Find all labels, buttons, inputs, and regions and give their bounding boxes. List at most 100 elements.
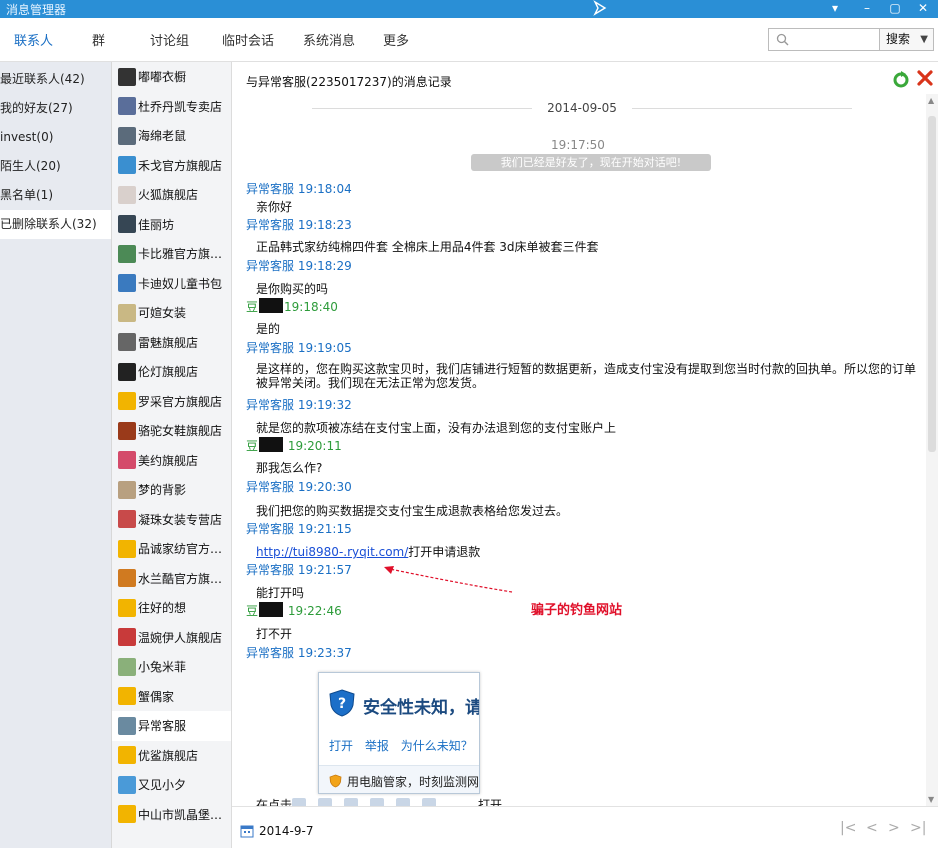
contact-name: 品诚家纺官方… [138,542,223,557]
avatar [118,156,136,175]
message-text: 正品韩式家纺纯棉四件套 全棉床上用品4件套 3d床单被套三件套 [256,240,599,254]
tab-system-messages[interactable]: 系统消息 [303,30,355,49]
phishing-link[interactable]: http://tui8980-.ryqit.com/ [256,545,408,559]
avatar [118,716,136,735]
contact-name: 雷魅旗舰店 [138,335,199,350]
contact-item[interactable]: 凝珠女装专营店 [112,505,231,535]
nav-deleted-contacts[interactable]: 已删除联系人(32) [0,210,111,239]
hover-toolbar [292,798,472,806]
nav-invest[interactable]: invest(0) [0,123,111,152]
refresh-icon[interactable] [892,70,910,88]
message-header: 异常客服 19:23:37 [246,646,352,660]
message-text-partial: 打开 [478,798,503,806]
search-button[interactable]: 搜索 ▼ [880,28,934,51]
avatar [118,687,136,706]
contact-item[interactable]: 雷魅旗舰店 [112,328,231,358]
contact-item[interactable]: 美约旗舰店 [112,446,231,476]
shield-icon: ? [329,689,355,717]
search-input[interactable] [795,31,877,48]
message-scrollbar[interactable]: ▲ ▼ [926,94,938,806]
avatar [118,628,136,647]
contact-item[interactable]: 罗采官方旗舰店 [112,387,231,417]
avatar [118,215,136,234]
avatar [118,274,136,293]
annotation-arrow [384,566,513,593]
toolbar-icon [370,798,384,806]
calendar-icon[interactable] [240,824,254,838]
message-text: 那我怎么作? [256,461,323,475]
prev-page-button[interactable]: < [866,820,878,836]
tab-more[interactable]: 更多 [383,30,409,49]
message-text: 就是您的款项被冻结在支付宝上面，没有办法退到您的支付宝账户上 [256,421,617,435]
message-header: 豆 19:18:40 [246,298,338,314]
contact-item[interactable]: 骆驼女鞋旗舰店 [112,416,231,446]
contact-item[interactable]: 嘟嘟衣橱 [112,62,231,92]
contact-name: 禾戈官方旗舰店 [138,158,223,173]
scroll-thumb[interactable] [928,116,936,452]
contact-item[interactable]: 杜乔丹凯专卖店 [112,92,231,122]
avatar [118,510,136,529]
next-page-button[interactable]: > [888,820,900,836]
nav-blacklist[interactable]: 黑名单(1) [0,181,111,210]
nav-my-friends[interactable]: 我的好友(27) [0,94,111,123]
nav-recent-contacts[interactable]: 最近联系人(42) [0,65,111,94]
contact-item[interactable]: 梦的背影 [112,475,231,505]
popup-open-link[interactable]: 打开 [329,739,353,753]
contact-item[interactable]: 水兰酷官方旗… [112,564,231,594]
contact-name: 海绵老鼠 [138,129,187,144]
contact-item[interactable]: 往好的想 [112,593,231,623]
contact-list: 嘟嘟衣橱 杜乔丹凯专卖店海绵老鼠禾戈官方旗舰店火狐旗舰店 佳丽坊卡比雅官方旗… 卡迪奴… [112,62,232,848]
contact-item[interactable]: 温婉伊人旗舰店 [112,623,231,653]
contact-item[interactable]: 小兔米菲 [112,652,231,682]
contact-name: 骆驼女鞋旗舰店 [138,424,223,439]
tab-temp-chats[interactable]: 临时会话 [222,30,274,49]
popup-why-link[interactable]: 为什么未知？ [401,739,473,753]
contact-item[interactable]: 佳丽坊 [112,210,231,240]
message-header: 异常客服 19:19:05 [246,341,352,355]
footer-date: 2014-9-7 [259,824,314,838]
toolbar-icon [318,798,332,806]
message-header: 异常客服 19:20:30 [246,480,352,494]
chevron-down-icon: ▼ [920,34,928,45]
avatar [118,126,136,145]
delete-icon[interactable] [916,69,934,87]
maximize-button[interactable]: ▢ [886,0,904,18]
close-window-button[interactable]: ✕ [914,0,932,18]
avatar [118,421,136,440]
tab-discussions[interactable]: 讨论组 [150,30,189,49]
contact-item[interactable]: 伦灯旗舰店 [112,357,231,387]
last-page-button[interactable]: >| [910,820,926,836]
contact-item[interactable]: 又见小夕 [112,770,231,800]
tab-groups[interactable]: 群 [92,30,105,49]
scroll-down-icon[interactable]: ▼ [928,795,934,804]
contact-item[interactable]: 异常客服 [112,711,231,741]
contact-name: 卡比雅官方旗… [138,247,223,262]
scroll-up-icon[interactable]: ▲ [928,96,934,105]
tab-contacts[interactable]: 联系人 [14,30,53,49]
avatar [118,569,136,588]
contact-name: 又见小夕 [138,778,187,793]
avatar [118,657,136,676]
contact-item[interactable]: 优鲨旗舰店 [112,741,231,771]
popup-title: 安全性未知，请 [363,698,480,718]
message-record-panel: 与异常客服(2235017237)的消息记录 2014-09-05 19:17:… [232,62,938,848]
popup-report-link[interactable]: 举报 [365,739,389,753]
contact-item[interactable]: 禾戈官方旗舰店 [112,151,231,181]
contact-item[interactable]: 卡迪奴儿童书包 [112,269,231,299]
record-title: 与异常客服(2235017237)的消息记录 [246,75,452,89]
contact-groups-nav: 最近联系人(42) 我的好友(27) invest(0) 陌生人(20) 黑名单… [0,62,112,848]
dropdown-window-button[interactable]: ▾ [826,0,844,18]
contact-item[interactable]: 中山市凯晶堡… [112,800,231,830]
security-popup: ? 安全性未知，请 打开 举报 为什么未知？ 用电脑管家，时刻监测网 [318,672,480,794]
nav-strangers[interactable]: 陌生人(20) [0,152,111,181]
contact-item[interactable]: 品诚家纺官方… [112,534,231,564]
message-header: 异常客服 19:18:23 [246,218,352,232]
contact-item[interactable]: 海绵老鼠 [112,121,231,151]
contact-item[interactable]: 蟹偶家 [112,682,231,712]
first-page-button[interactable]: |< [840,820,856,836]
contact-item[interactable]: 卡比雅官方旗… [112,239,231,269]
search-box [768,28,880,51]
contact-item[interactable]: 可媗女装 [112,298,231,328]
minimize-button[interactable]: – [858,0,876,18]
contact-item[interactable]: 火狐旗舰店 [112,180,231,210]
